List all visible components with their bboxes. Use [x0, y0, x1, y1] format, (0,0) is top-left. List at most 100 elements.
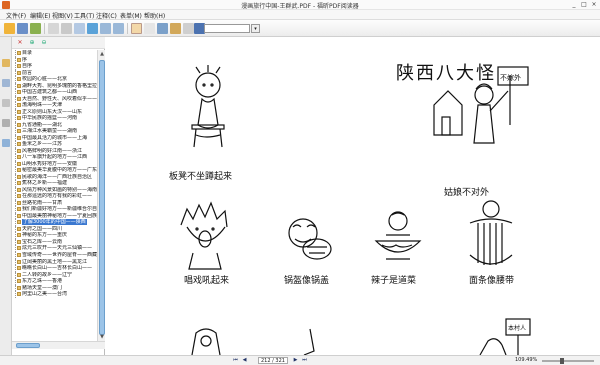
bookmark-icon — [17, 155, 21, 160]
toolbar-separator — [44, 23, 45, 34]
note-icon[interactable] — [183, 23, 194, 34]
delete-bookmark-icon[interactable]: ✕ — [16, 39, 24, 47]
thumbnails-panel-icon[interactable] — [2, 79, 10, 87]
first-page-icon[interactable]: ⏮ — [232, 357, 239, 364]
zoom-slider[interactable] — [542, 360, 594, 362]
bookmark-icon — [17, 194, 21, 199]
bookmark-icon — [17, 168, 21, 173]
bookmark-label: 三湘江水美霸蛮——湖南 — [22, 128, 78, 135]
bookmark-label: 在那遥远的地方有我的彩虹—— — [22, 193, 93, 200]
sidebar-hscrollbar[interactable] — [12, 341, 105, 349]
bookmark-icon — [17, 129, 21, 134]
fit-page-icon[interactable] — [61, 23, 72, 34]
page-icon[interactable] — [48, 23, 59, 34]
page-number-input[interactable]: 212 / 321 — [258, 357, 288, 364]
bookmark-item[interactable]: 阿里山之美——台湾 — [12, 291, 97, 298]
last-page-icon[interactable]: ⏭ — [301, 357, 308, 364]
document-page[interactable]: 陕西八大怪 板凳不坐蹲起来 不嫁外 姑娘不对外 唱戏吼起来 锅盔像锅盖 辣子是道… — [106, 37, 600, 355]
scroll-down-icon[interactable]: ▼ — [99, 334, 105, 340]
bookmark-icon — [17, 90, 21, 95]
bookmark-label: 中华民族的摇篮——河南 — [22, 115, 78, 122]
caption-4: 锅盔像锅盖 — [284, 276, 330, 286]
caption-3: 唱戏吼起来 — [184, 276, 230, 286]
bookmark-label: 校园的心脏——北京 — [22, 76, 68, 83]
bookmark-label: 东方之珠——香港 — [22, 278, 63, 285]
illustration-partial-right: 本村人 — [479, 318, 531, 355]
bookmark-icon — [17, 142, 21, 147]
bookmark-icon — [17, 148, 21, 153]
comments-panel-icon[interactable] — [2, 139, 10, 147]
close-button[interactable]: × — [590, 1, 598, 8]
menu-form[interactable]: 表单(M) — [120, 11, 142, 20]
bookmark-label: 序 — [22, 56, 28, 63]
layers-panel-icon[interactable] — [2, 99, 10, 107]
bookmark-label: 民歌的海洋——广西壮族自治区 — [22, 173, 93, 180]
search-input[interactable] — [204, 24, 250, 33]
maximize-button[interactable]: □ — [580, 1, 588, 8]
attachments-panel-icon[interactable] — [2, 119, 10, 127]
menu-view[interactable]: 视图(V) — [52, 11, 73, 20]
open-folder-icon[interactable] — [4, 23, 15, 34]
zoom-slider-knob[interactable] — [560, 358, 564, 364]
menu-edit[interactable]: 编辑(E) — [30, 11, 50, 20]
bookmark-icon — [17, 103, 21, 108]
bookmark-label: 神秘的东方——重庆 — [22, 232, 68, 239]
menu-tools[interactable]: 工具(T) — [74, 11, 94, 20]
illustration-chili-dish — [374, 211, 422, 260]
status-bar: ⏮ ◀ 212 / 321 ▶ ⏭ 109.49% — [0, 355, 600, 365]
typewriter-icon[interactable] — [170, 23, 181, 34]
hscroll-thumb[interactable] — [16, 343, 40, 348]
tree-line — [15, 291, 16, 298]
menu-bar: 文件(F) 编辑(E) 视图(V) 工具(T) 注释(C) 表单(M) 帮助(H… — [0, 10, 600, 20]
save-icon[interactable] — [17, 23, 28, 34]
hand-tool-icon[interactable] — [131, 23, 142, 34]
bookmark-label: 九省通衢——湖北 — [22, 121, 63, 128]
zoom-out-icon[interactable] — [113, 23, 124, 34]
scroll-up-icon[interactable]: ▲ — [99, 51, 105, 57]
panel-tab-strip — [0, 37, 12, 355]
sign-text: 不嫁外 — [500, 73, 521, 82]
bookmark-label: 山明水秀好地方——安徽 — [22, 160, 78, 167]
bookmark-label: 雪域传奇——世界的屋脊——西藏 — [22, 251, 97, 258]
snapshot-icon[interactable] — [157, 23, 168, 34]
print-icon[interactable] — [30, 23, 41, 34]
caption-5: 辣子是道菜 — [371, 276, 417, 286]
bookmark-label: 丝路花雨——甘肃 — [22, 199, 63, 206]
bookmark-label: 瞧瞧长白山——吉林长白山—— — [22, 265, 93, 272]
expand-bookmark-icon[interactable]: ⊕ — [28, 39, 36, 47]
mail-icon[interactable] — [74, 23, 85, 34]
zoom-in-icon[interactable] — [100, 23, 111, 34]
sidebar-scrollbar[interactable]: ▲ ▼ — [97, 50, 105, 341]
bookmark-label: 了解3000年的中国——陕西 — [22, 219, 87, 226]
menu-comment[interactable]: 注释(C) — [96, 11, 117, 20]
bookmark-sidebar: ✕ ⊕ ⊖ 目录序自序前言校园的心脏——北京湖畔大秀、昆明多瑰丽的香格里拉之旅中… — [12, 37, 105, 355]
search-dropdown-icon[interactable]: ▾ — [251, 24, 260, 33]
bookmark-icon — [17, 109, 21, 114]
caption-6: 面条像腰带 — [469, 276, 515, 286]
bookmark-icon — [17, 285, 21, 290]
illustration-noodle-belt — [469, 200, 513, 265]
caption-1: 板凳不坐蹲起来 — [169, 172, 233, 182]
bookmark-icon — [17, 96, 21, 101]
select-text-icon[interactable] — [144, 23, 155, 34]
prev-page-icon[interactable]: ◀ — [241, 357, 248, 364]
scroll-thumb[interactable] — [99, 60, 105, 335]
sign-text-2: 本村人 — [508, 324, 526, 332]
bookmark-panel-icon[interactable] — [2, 59, 10, 67]
bookmark-icon — [17, 246, 21, 251]
menu-file[interactable]: 文件(F) — [6, 11, 26, 20]
main-toolbar: ▾ — [0, 20, 600, 37]
bookmark-icon — [17, 239, 21, 244]
bookmark-label: 中国最美丽神秘地方——宁夏回族自治区 — [22, 212, 97, 219]
menu-help[interactable]: 帮助(H) — [144, 11, 165, 20]
bookmark-icon — [17, 64, 21, 69]
bookmark-icon — [17, 200, 21, 205]
bookmark-label: 蕉林之乡新——福建 — [22, 180, 68, 187]
minimize-button[interactable]: _ — [570, 1, 578, 8]
next-page-icon[interactable]: ▶ — [292, 357, 299, 364]
bookmark-icon — [17, 207, 21, 212]
collapse-bookmark-icon[interactable]: ⊖ — [40, 39, 48, 47]
bookmark-label: 正义原则山东大汉——山东 — [22, 108, 83, 115]
globe-icon[interactable] — [87, 23, 98, 34]
bookmark-label: 自序 — [22, 63, 33, 70]
